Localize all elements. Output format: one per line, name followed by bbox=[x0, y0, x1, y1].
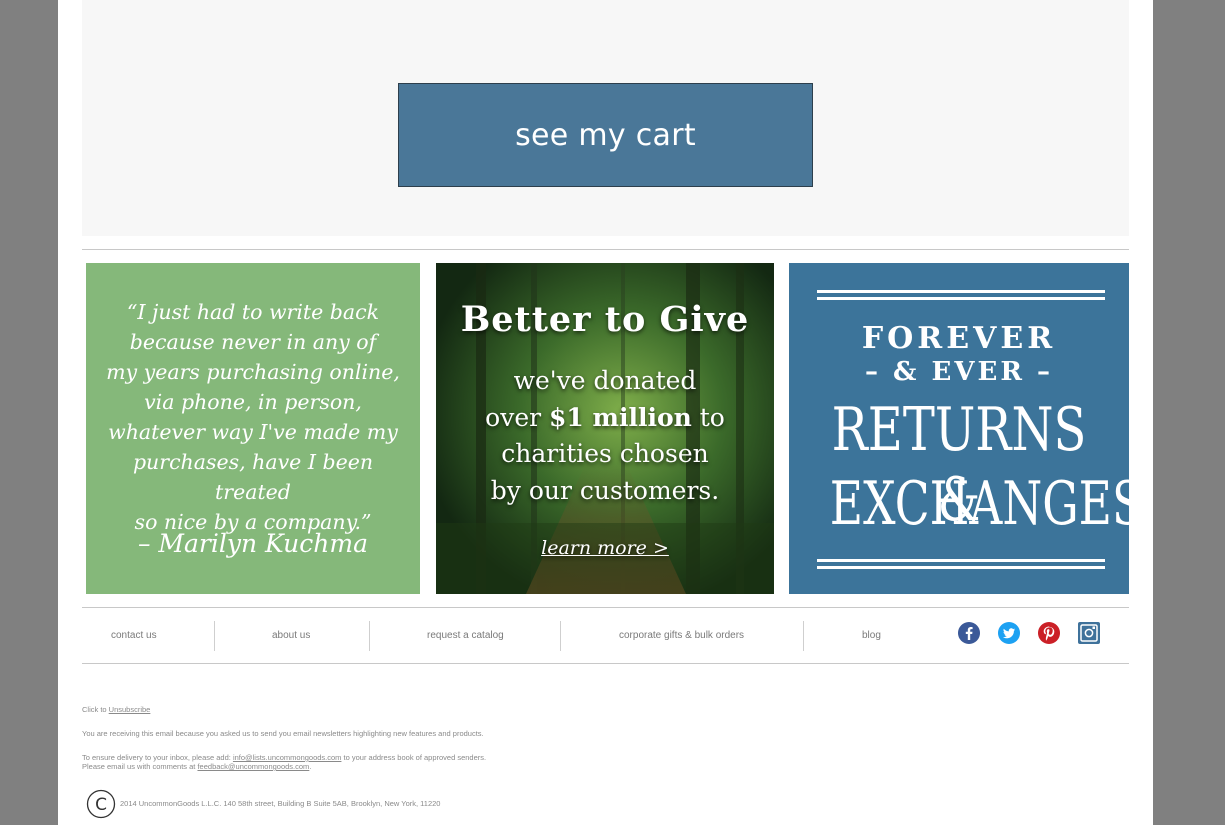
give-line: we've donated bbox=[513, 366, 697, 395]
divider bbox=[82, 663, 1129, 664]
info-email-link[interactable]: info@lists.uncommongoods.com bbox=[233, 753, 342, 762]
give-text: to bbox=[691, 402, 725, 432]
give-line: charities chosen bbox=[501, 439, 709, 468]
request-catalog-link[interactable]: request a catalog bbox=[427, 630, 504, 641]
legal-text: Click to bbox=[82, 705, 109, 714]
blog-link[interactable]: blog bbox=[862, 630, 881, 641]
testimonial-banner[interactable]: “I just had to write back because never … bbox=[86, 263, 420, 594]
quote-line: via phone, in person, bbox=[144, 390, 362, 414]
copyright-text: 2014 UncommonGoods L.L.C. 140 58th stree… bbox=[120, 799, 441, 808]
nav-divider bbox=[560, 621, 561, 651]
returns-banner[interactable]: FOREVER – & EVER – RETURNS & EXCHANGES bbox=[789, 263, 1129, 594]
give-line: over $1 million to bbox=[446, 400, 764, 437]
pinterest-icon[interactable] bbox=[1037, 621, 1061, 645]
see-my-cart-button[interactable]: see my cart bbox=[398, 83, 813, 187]
quote-line: purchases, have I been treated bbox=[132, 450, 374, 504]
twitter-icon[interactable] bbox=[997, 621, 1021, 645]
testimonial-signature: – Marilyn Kuchma bbox=[137, 529, 368, 558]
footer-nav: contact us about us request a catalog co… bbox=[82, 608, 1129, 663]
cart-panel: see my cart bbox=[82, 0, 1129, 236]
feedback-email-link[interactable]: feedback@uncommongoods.com bbox=[197, 762, 309, 771]
nav-divider bbox=[803, 621, 804, 651]
copyright-icon: C bbox=[86, 789, 116, 819]
legal-text: . bbox=[309, 762, 312, 771]
exchanges-title: EXCHANGES bbox=[829, 469, 1129, 539]
quote-line: because never in any of bbox=[129, 330, 377, 354]
divider bbox=[82, 249, 1129, 250]
contact-us-link[interactable]: contact us bbox=[111, 630, 157, 641]
decorative-lines bbox=[817, 290, 1105, 300]
subscription-reason: You are receiving this email because you… bbox=[82, 729, 484, 738]
better-to-give-banner[interactable]: Better to Give we've donated over $1 mil… bbox=[436, 263, 774, 594]
give-body: we've donated over $1 million to chariti… bbox=[446, 363, 764, 509]
decorative-lines bbox=[817, 559, 1105, 569]
svg-text:C: C bbox=[95, 795, 107, 815]
give-title: Better to Give bbox=[460, 299, 750, 340]
facebook-icon[interactable] bbox=[957, 621, 981, 645]
instagram-icon[interactable] bbox=[1077, 621, 1101, 645]
comments-note: Please email us with comments at feedbac… bbox=[82, 762, 311, 771]
testimonial-quote: “I just had to write back because never … bbox=[102, 297, 404, 537]
about-us-link[interactable]: about us bbox=[272, 630, 310, 641]
nav-divider bbox=[369, 621, 370, 651]
returns-and-ever: – & EVER – bbox=[864, 357, 1054, 387]
unsubscribe-link[interactable]: Unsubscribe bbox=[109, 705, 151, 714]
delivery-note: To ensure delivery to your inbox, please… bbox=[82, 753, 486, 762]
learn-more-link[interactable]: learn more > bbox=[436, 537, 774, 559]
corporate-gifts-link[interactable]: corporate gifts & bulk orders bbox=[619, 630, 744, 641]
quote-line: “I just had to write back bbox=[126, 300, 380, 324]
legal-text: Please email us with comments at bbox=[82, 762, 198, 771]
nav-divider bbox=[214, 621, 215, 651]
quote-line: whatever way I've made my bbox=[108, 420, 398, 444]
returns-forever: FOREVER bbox=[861, 321, 1057, 356]
quote-line: my years purchasing online, bbox=[106, 360, 400, 384]
give-text: over bbox=[485, 402, 550, 432]
give-line: by our customers. bbox=[490, 475, 720, 505]
email-body: see my cart “I just had to write back be… bbox=[58, 0, 1153, 825]
unsubscribe-line: Click to Unsubscribe bbox=[82, 705, 150, 714]
give-amount: $1 million bbox=[549, 402, 692, 432]
legal-text: To ensure delivery to your inbox, please… bbox=[82, 753, 233, 762]
legal-text: to your address book of approved senders… bbox=[341, 753, 487, 762]
